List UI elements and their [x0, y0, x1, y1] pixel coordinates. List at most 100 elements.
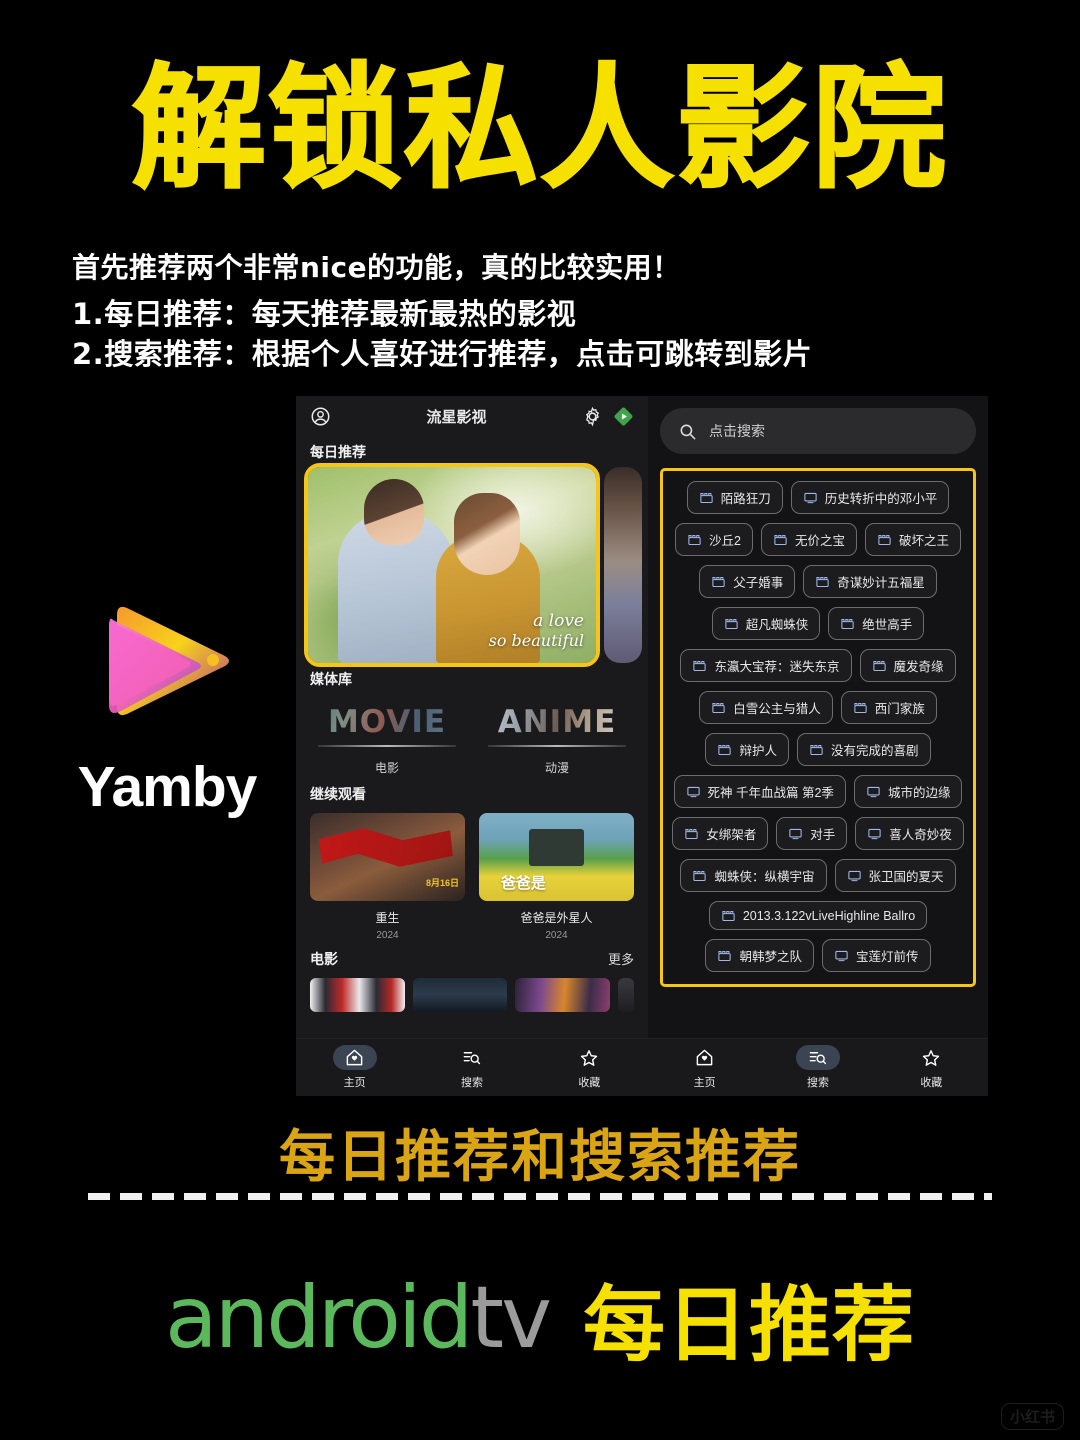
star-icon — [923, 1049, 940, 1066]
search-suggestion-chip[interactable]: 蜘蛛侠：纵横宇宙 — [680, 859, 827, 892]
search-suggestion-chip[interactable]: 没有完成的喜剧 — [797, 733, 931, 766]
daily-carousel: a love so beautiful — [296, 463, 648, 667]
search-suggestion-chip[interactable]: 无价之宝 — [760, 523, 857, 556]
hero-card-next-peek[interactable] — [604, 467, 642, 663]
search-suggestion-chip[interactable]: 历史转折中的邓小平 — [790, 481, 950, 514]
nav-label-search: 搜索 — [460, 1077, 483, 1089]
tv-monitor-icon — [835, 950, 848, 962]
search-suggestion-chip[interactable]: 西门家族 — [840, 691, 937, 724]
androidtv-logo: androidtv — [164, 1267, 552, 1368]
search-suggestion-chip[interactable]: 女绑架者 — [672, 817, 769, 850]
nav-item-home[interactable]: 主页 — [296, 1045, 413, 1090]
app-header: 流星影视 — [296, 396, 648, 436]
account-circle-icon[interactable] — [310, 406, 331, 427]
library-label-anime: 动漫 — [544, 761, 569, 775]
chip-label: 张卫国的夏天 — [868, 870, 944, 884]
section-title-library: 媒体库 — [310, 671, 352, 687]
brand-block: Yamby — [52, 586, 282, 820]
movie-poster[interactable] — [412, 978, 508, 1012]
search-suggestion-chip[interactable]: 陌路狂刀 — [686, 481, 783, 514]
search-screen-pane: 点击搜索 陌路狂刀 历史转折中的邓小平沙丘2 无价之宝 破坏之王父子婚事 奇谋妙计五福星… — [648, 396, 988, 1096]
chip-label: 陌路狂刀 — [720, 492, 771, 506]
continue-watching-row: 重生 2024 爸爸是外星人 2024 — [296, 809, 648, 941]
movie-clapper-icon — [693, 871, 707, 882]
library-item-movie[interactable]: MOVIE 电影 — [310, 702, 464, 776]
dashed-divider — [88, 1193, 992, 1200]
chip-row: 死神 千年血战篇 第2季 城市的边缘 — [669, 775, 967, 808]
search-suggestion-chip[interactable]: 奇谋妙计五福星 — [803, 565, 937, 598]
nav-item-search[interactable]: 搜索 — [413, 1045, 530, 1090]
watermark: 小红书 — [1000, 1403, 1064, 1430]
search-suggestion-chip[interactable]: 魔发奇缘 — [859, 649, 956, 682]
search-suggestion-chip[interactable]: 对手 — [776, 817, 848, 850]
library-rule — [318, 745, 456, 747]
movie-clapper-icon — [841, 619, 854, 630]
search-suggestion-chip[interactable]: 辩护人 — [705, 733, 789, 766]
movie-clapper-icon — [816, 577, 829, 588]
chip-row: 蜘蛛侠：纵横宇宙 张卫国的夏天 — [669, 859, 967, 892]
app-screenshot-composite: 流星影视 每日推荐 a love so beautiful 媒体库 MOVIE … — [296, 396, 988, 1096]
search-suggestion-chip[interactable]: 父子婚事 — [699, 565, 796, 598]
search-suggestion-chip[interactable]: 东瀛大宝荐：迷失东京 — [680, 649, 852, 682]
search-suggestion-chip[interactable]: 死神 千年血战篇 第2季 — [673, 775, 846, 808]
hero-caption-line-1: a love — [533, 611, 584, 631]
chip-label: 蜘蛛侠：纵横宇宙 — [714, 870, 815, 884]
search-suggestion-chip[interactable]: 朝韩梦之队 — [705, 939, 814, 972]
app-title: 流星影视 — [426, 408, 487, 426]
search-suggestion-chip[interactable]: 宝莲灯前传 — [822, 939, 931, 972]
continue-poster-chongsheng — [310, 813, 465, 901]
subtitle-line-3: 2.搜索推荐：根据个人喜好进行推荐，点击可跳转到影片 — [72, 337, 813, 371]
green-diamond-play-icon[interactable] — [613, 406, 634, 427]
movies-more-link[interactable]: 更多 — [608, 949, 634, 968]
nav-item-favorites[interactable]: 收藏 — [875, 1045, 988, 1090]
chip-label: 破坏之王 — [898, 534, 949, 548]
search-suggestion-chip[interactable]: 超凡蜘蛛侠 — [711, 607, 821, 640]
nav-item-home[interactable]: 主页 — [648, 1045, 761, 1090]
search-suggestion-chip[interactable]: 喜人奇妙夜 — [855, 817, 964, 850]
search-placeholder: 点击搜索 — [709, 423, 765, 439]
play-triangle-logo-icon — [87, 586, 247, 736]
movie-clapper-icon — [700, 493, 713, 504]
home-screen-pane: 流星影视 每日推荐 a love so beautiful 媒体库 MOVIE … — [296, 396, 648, 1096]
movie-clapper-icon — [718, 951, 732, 962]
continue-card[interactable]: 重生 2024 — [310, 813, 465, 941]
movie-poster-peek[interactable] — [618, 978, 635, 1012]
movie-clapper-icon — [693, 661, 707, 672]
library-rule — [488, 745, 626, 747]
search-suggestion-chip[interactable]: 2013.3.122vLiveHighline Ballro — [708, 901, 928, 930]
gear-icon[interactable] — [582, 406, 603, 427]
chip-label: 喜人奇妙夜 — [889, 828, 952, 842]
search-suggestion-chip[interactable]: 绝世高手 — [828, 607, 925, 640]
continue-card[interactable]: 爸爸是外星人 2024 — [479, 813, 634, 941]
subtitle-block: 首先推荐两个非常nice的功能，真的比较实用！ 1.每日推荐：每天推荐最新最热的… — [72, 248, 1032, 374]
movie-clapper-icon — [712, 703, 725, 714]
hero-card[interactable]: a love so beautiful — [304, 463, 600, 667]
search-suggestion-chip[interactable]: 白雪公主与猎人 — [699, 691, 833, 724]
nav-label-search: 搜索 — [806, 1077, 829, 1089]
chip-label: 奇谋妙计五福星 — [837, 576, 925, 590]
chip-label: 女绑架者 — [706, 828, 757, 842]
tv-monitor-icon — [847, 870, 861, 882]
library-item-anime[interactable]: ANIME 动漫 — [480, 702, 634, 776]
movie-clapper-icon — [872, 661, 886, 672]
chip-row: 女绑架者 对手 喜人奇妙夜 — [669, 817, 967, 850]
search-suggestion-chip[interactable]: 破坏之王 — [864, 523, 961, 556]
continue-title: 重生 — [375, 911, 400, 925]
nav-pill-active — [332, 1045, 377, 1070]
tv-monitor-icon — [867, 786, 880, 798]
search-suggestion-chip[interactable]: 张卫国的夏天 — [834, 859, 956, 892]
nav-pill — [450, 1045, 494, 1070]
nav-item-search[interactable]: 搜索 — [761, 1045, 874, 1090]
chip-row: 陌路狂刀 历史转折中的邓小平 — [669, 481, 967, 514]
library-art-anime: ANIME — [480, 702, 634, 742]
bottom-nav-home-pane: 主页 搜索 收藏 — [296, 1038, 648, 1096]
search-suggestion-chip[interactable]: 城市的边缘 — [853, 775, 963, 808]
movie-poster[interactable] — [310, 978, 405, 1012]
movie-poster[interactable] — [515, 978, 611, 1012]
nav-item-favorites[interactable]: 收藏 — [531, 1045, 648, 1090]
androidtv-android-word: android — [164, 1267, 473, 1368]
search-suggestion-chip[interactable]: 沙丘2 — [675, 523, 753, 556]
chip-row: 超凡蜘蛛侠 绝世高手 — [669, 607, 967, 640]
chip-row: 沙丘2 无价之宝 破坏之王 — [669, 523, 967, 556]
search-input[interactable]: 点击搜索 — [660, 408, 976, 454]
